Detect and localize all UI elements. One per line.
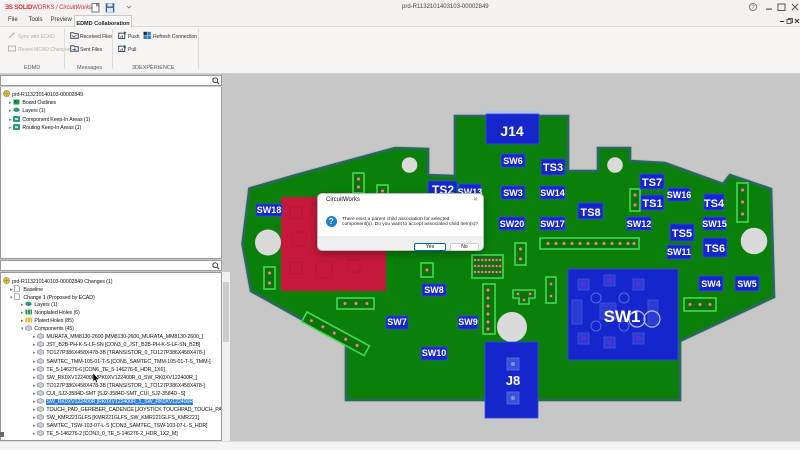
svg-text:SW10: SW10 — [422, 348, 447, 358]
svg-text:TS7: TS7 — [642, 177, 662, 189]
svg-text:SW12: SW12 — [627, 219, 652, 229]
svg-text:SW16: SW16 — [667, 190, 692, 200]
svg-text:SW7: SW7 — [387, 317, 407, 327]
svg-text:SW15: SW15 — [702, 219, 727, 229]
svg-text:SW6: SW6 — [503, 156, 523, 166]
svg-text:SW20: SW20 — [500, 219, 525, 229]
svg-text:TS1: TS1 — [642, 198, 662, 210]
svg-text:J8: J8 — [506, 373, 520, 388]
svg-text:TS6: TS6 — [705, 243, 725, 255]
svg-text:SW14: SW14 — [540, 188, 565, 198]
svg-text:SW5: SW5 — [737, 279, 757, 289]
svg-text:SW3: SW3 — [503, 188, 523, 198]
svg-text:SW11: SW11 — [667, 247, 691, 257]
svg-text:SW1: SW1 — [604, 307, 641, 326]
svg-text:TS3: TS3 — [543, 162, 563, 174]
svg-text:SW4: SW4 — [701, 279, 721, 289]
svg-text:TS5: TS5 — [672, 228, 692, 240]
svg-text:TS8: TS8 — [580, 207, 600, 219]
svg-text:J14: J14 — [500, 123, 524, 139]
svg-text:SW17: SW17 — [540, 219, 565, 229]
svg-text:TS4: TS4 — [704, 198, 725, 210]
svg-text:SW9: SW9 — [458, 317, 478, 327]
svg-text:SW8: SW8 — [424, 285, 444, 295]
svg-text:SW18: SW18 — [257, 205, 282, 215]
